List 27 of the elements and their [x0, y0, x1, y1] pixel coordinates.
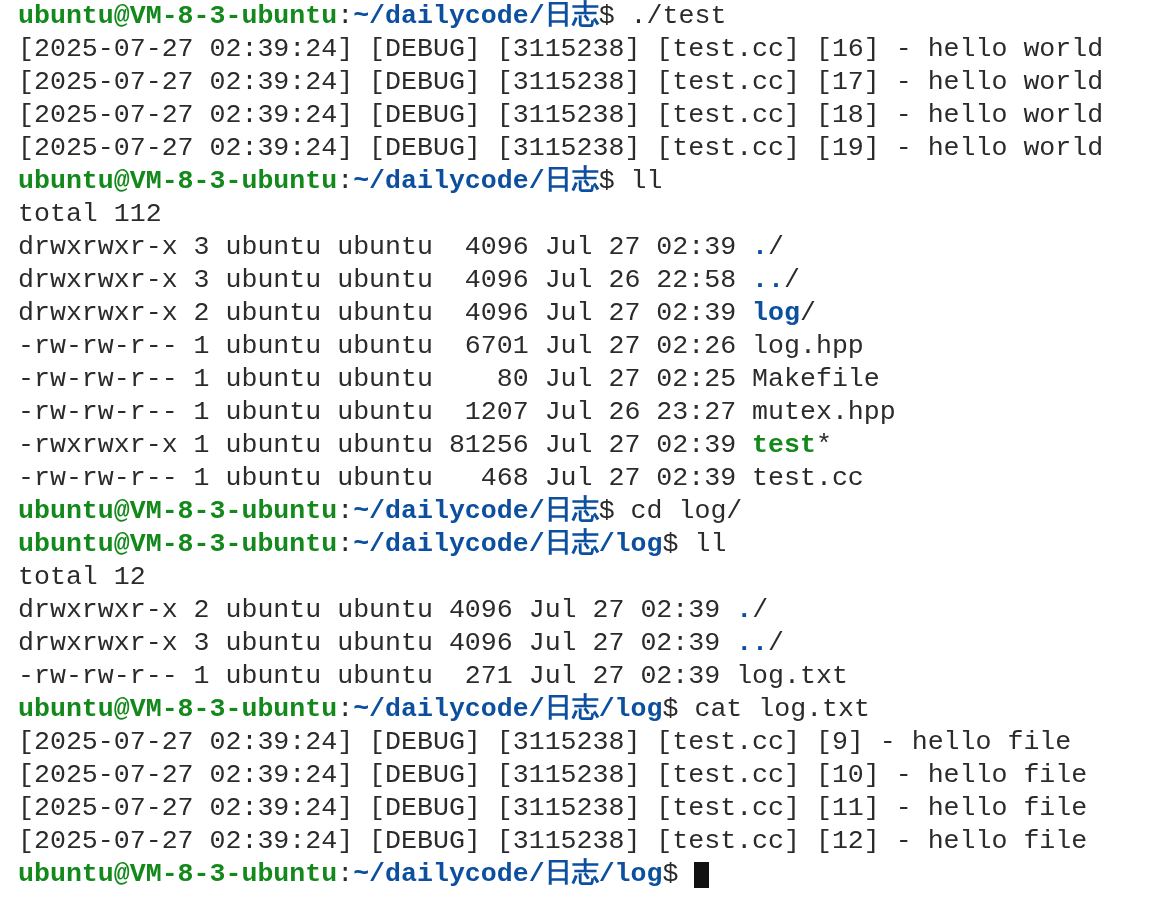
- listing-line: drwxrwxr-x 3 ubuntu ubuntu 4096 Jul 26 22:58 ../: [18, 264, 800, 297]
- prompt-line: ubuntu@VM-8-3-ubuntu:~/dailycode/日志$ cd log/: [18, 495, 743, 528]
- output-line: total 112: [18, 198, 162, 231]
- output-line: [2025-07-27 02:39:24] [DEBUG] [3115238] [test.cc] [18] - hello world: [18, 99, 1104, 132]
- listing-line: -rw-rw-r-- 1 ubuntu ubuntu 1207 Jul 26 23:27 mutex.hpp: [18, 396, 896, 429]
- listing-line: -rwxrwxr-x 1 ubuntu ubuntu 81256 Jul 27 02:39 test*: [18, 429, 832, 462]
- listing-line: drwxrwxr-x 2 ubuntu ubuntu 4096 Jul 27 02:39 log/: [18, 297, 816, 330]
- prompt-line: ubuntu@VM-8-3-ubuntu:~/dailycode/日志/log$ ll: [18, 528, 727, 561]
- prompt-line: ubuntu@VM-8-3-ubuntu:~/dailycode/日志$ ./test: [18, 0, 727, 33]
- output-line: [2025-07-27 02:39:24] [DEBUG] [3115238] [test.cc] [19] - hello world: [18, 132, 1104, 165]
- listing-line: -rw-rw-r-- 1 ubuntu ubuntu 468 Jul 27 02:39 test.cc: [18, 462, 864, 495]
- listing-line: drwxrwxr-x 2 ubuntu ubuntu 4096 Jul 27 02:39 ./: [18, 594, 769, 627]
- listing-line: drwxrwxr-x 3 ubuntu ubuntu 4096 Jul 27 02:39 ../: [18, 627, 785, 660]
- output-line: [2025-07-27 02:39:24] [DEBUG] [3115238] [test.cc] [12] - hello file: [18, 825, 1088, 858]
- listing-line: -rw-rw-r-- 1 ubuntu ubuntu 6701 Jul 27 02:26 log.hpp: [18, 330, 864, 363]
- prompt-line: ubuntu@VM-8-3-ubuntu:~/dailycode/日志/log$ cat log.txt: [18, 693, 870, 726]
- prompt-line: ubuntu@VM-8-3-ubuntu:~/dailycode/日志/log$: [18, 858, 680, 891]
- output-line: [2025-07-27 02:39:24] [DEBUG] [3115238] [test.cc] [16] - hello world: [18, 33, 1104, 66]
- listing-line: drwxrwxr-x 3 ubuntu ubuntu 4096 Jul 27 02:39 ./: [18, 231, 785, 264]
- output-line: total 12: [18, 561, 146, 594]
- listing-line: -rw-rw-r-- 1 ubuntu ubuntu 80 Jul 27 02:25 Makefile: [18, 363, 880, 396]
- output-line: [2025-07-27 02:39:24] [DEBUG] [3115238] [test.cc] [10] - hello file: [18, 759, 1088, 792]
- output-line: [2025-07-27 02:39:24] [DEBUG] [3115238] [test.cc] [17] - hello world: [18, 66, 1104, 99]
- output-line: [2025-07-27 02:39:24] [DEBUG] [3115238] [test.cc] [9] - hello file: [18, 726, 1072, 759]
- listing-line: -rw-rw-r-- 1 ubuntu ubuntu 271 Jul 27 02:39 log.txt: [18, 660, 848, 693]
- output-line: [2025-07-27 02:39:24] [DEBUG] [3115238] [test.cc] [11] - hello file: [18, 792, 1088, 825]
- prompt-line: ubuntu@VM-8-3-ubuntu:~/dailycode/日志$ ll: [18, 165, 663, 198]
